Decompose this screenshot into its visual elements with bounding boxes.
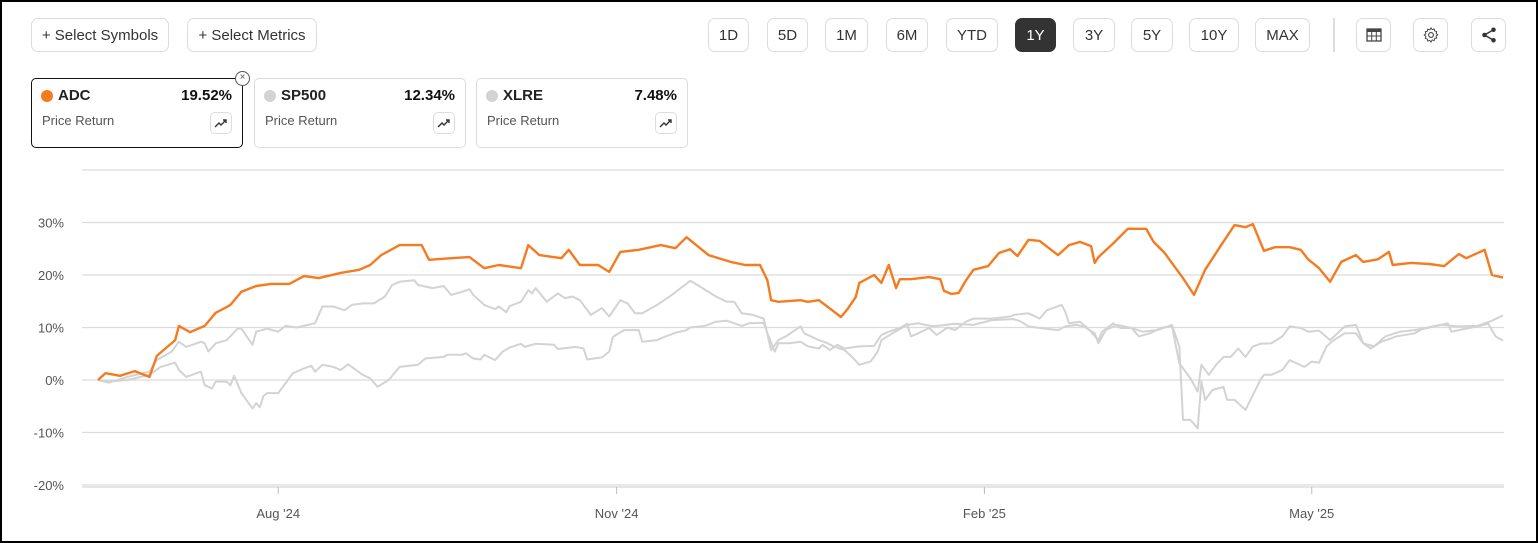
y-tick-label: 10%: [38, 321, 64, 336]
y-tick-label: 30%: [38, 216, 64, 231]
x-tick-label: Feb '25: [963, 506, 1006, 521]
x-tick-label: May '25: [1289, 506, 1334, 521]
y-tick-label: -10%: [34, 426, 65, 441]
series-line-adc: [97, 222, 1504, 381]
price-return-chart[interactable]: -20% -10% 0% 10% 20% 30% Aug '24 Nov '24 Feb '25…: [0, 0, 1538, 543]
y-tick-label: 20%: [38, 268, 64, 283]
x-tick-label: Nov '24: [595, 506, 639, 521]
series-line-sp500: [97, 279, 1504, 430]
y-tick-label: 0%: [45, 373, 64, 388]
y-tick-label: -20%: [34, 478, 65, 493]
x-tick-label: Aug '24: [256, 506, 300, 521]
series-line-xlre: [97, 303, 1504, 410]
